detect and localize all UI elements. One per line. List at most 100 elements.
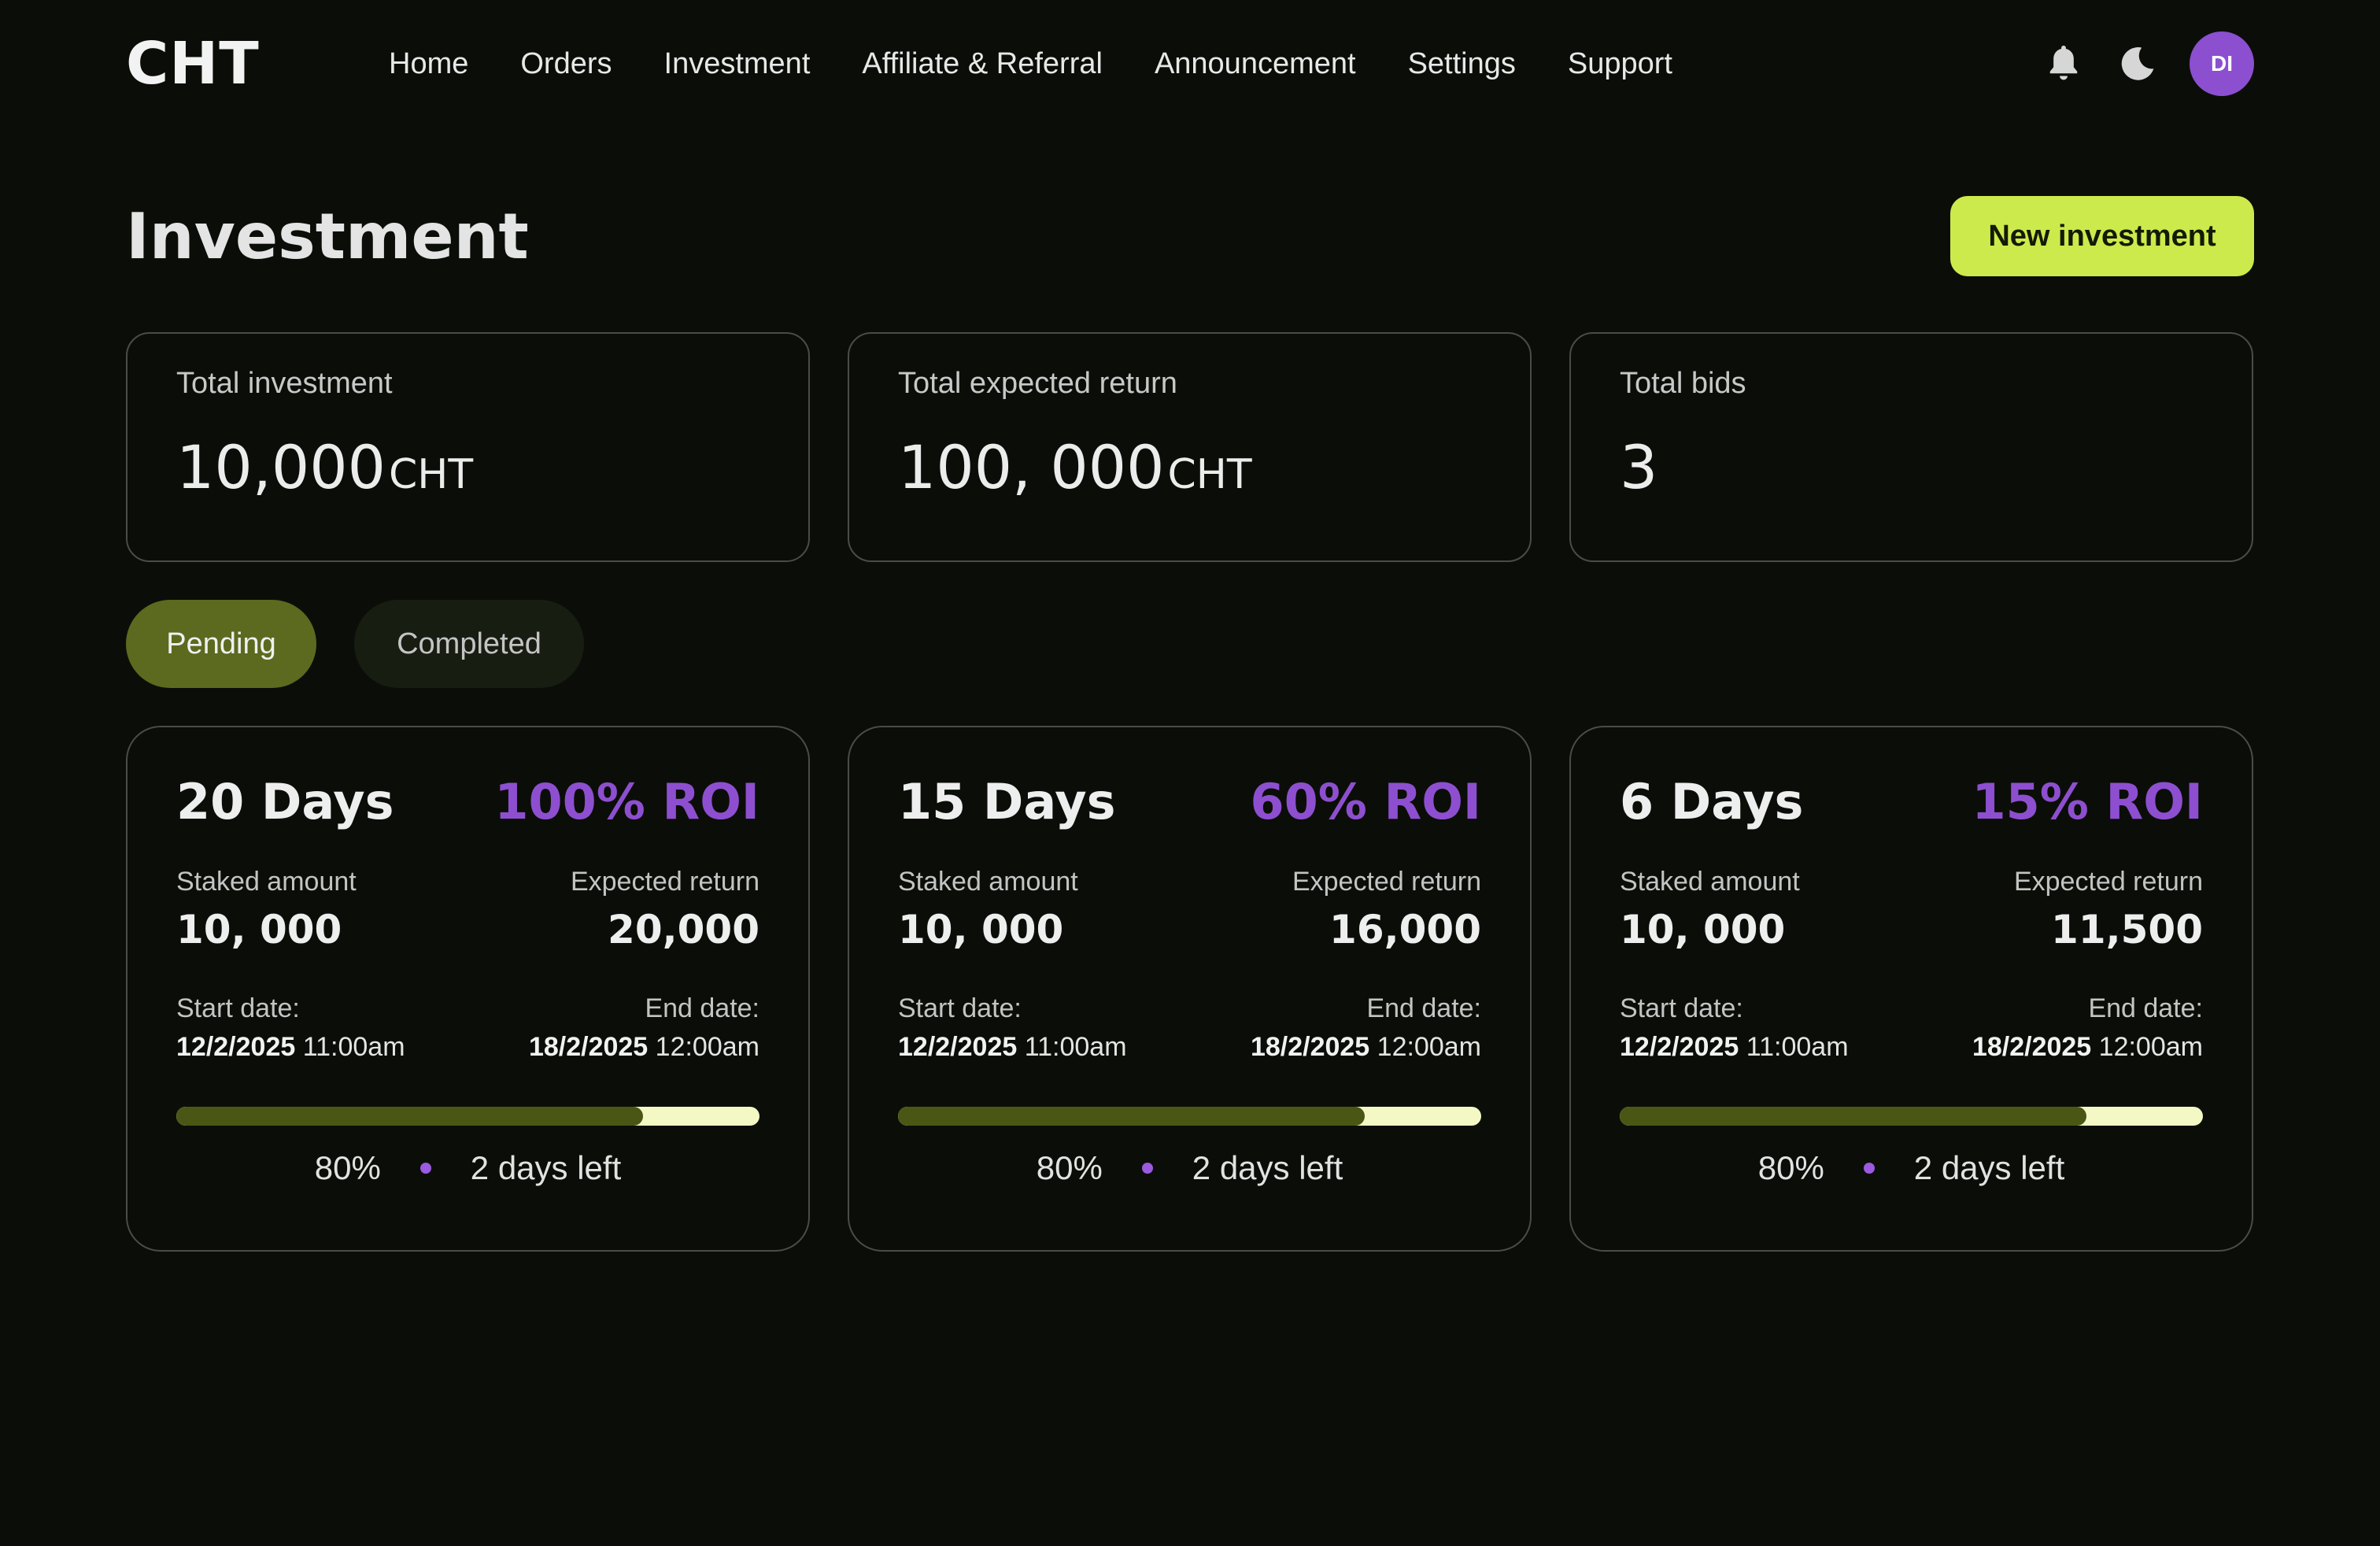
stat-card-total-bids: Total bids 3 [1569, 332, 2253, 562]
expected-return: 20,000 [608, 907, 759, 952]
time-left: 2 days left [470, 1149, 622, 1186]
stat-value: 10,000 CHT [176, 432, 759, 502]
card-header: 6 Days 15% ROI [1620, 773, 2203, 830]
start-date: 12/2/2025 [898, 1032, 1018, 1062]
start-date: 12/2/2025 [1620, 1032, 1739, 1062]
end-datetime: 18/2/2025 12:00am [1251, 1032, 1481, 1063]
start-date: 12/2/2025 [176, 1032, 296, 1062]
user-avatar[interactable]: DI [2190, 31, 2254, 96]
progress-bar [176, 1107, 759, 1126]
start-label: Start date: [176, 993, 300, 1023]
return-label: Expected return [2013, 867, 2203, 897]
staked-amount: 10, 000 [176, 907, 342, 952]
card-header: 15 Days 60% ROI [898, 773, 1481, 830]
investment-duration: 15 Days [898, 773, 1116, 830]
top-navigation: CHT Home Orders Investment Affiliate & R… [126, 0, 2254, 128]
progress-bar [898, 1107, 1481, 1126]
investment-cards: 20 Days 100% ROI Staked amount 10, 000 E… [126, 726, 2254, 1252]
stat-unit: CHT [1167, 451, 1252, 498]
status-tabs: Pending Completed [126, 600, 584, 688]
stat-number: 100, 000 [898, 432, 1165, 502]
return-block: Expected return 11,500 [2014, 867, 2203, 952]
nav-actions: DI [2012, 31, 2254, 96]
card-header: 20 Days 100% ROI [176, 773, 759, 830]
end-label: End date: [1366, 993, 1481, 1023]
expected-return: 16,000 [1329, 907, 1481, 952]
moon-icon[interactable] [2116, 42, 2160, 86]
investment-roi: 15% ROI [1972, 773, 2203, 830]
start-block: Start date: 12/2/2025 11:00am [176, 993, 405, 1063]
return-block: Expected return 16,000 [1292, 867, 1481, 952]
staked-amount: 10, 000 [898, 907, 1064, 952]
start-time: 11:00am [1746, 1032, 1849, 1062]
end-block: End date: 18/2/2025 12:00am [1251, 993, 1481, 1063]
nav-item-investment[interactable]: Investment [664, 47, 811, 81]
new-investment-button[interactable]: New investment [1950, 196, 2254, 276]
nav-item-support[interactable]: Support [1568, 47, 1672, 81]
date-row: Start date: 12/2/2025 11:00am End date: … [176, 993, 759, 1063]
amount-row: Staked amount 10, 000 Expected return 16… [898, 867, 1481, 952]
page-title: Investment [126, 199, 529, 273]
start-label: Start date: [1620, 993, 1743, 1023]
start-block: Start date: 12/2/2025 11:00am [1620, 993, 1849, 1063]
end-datetime: 18/2/2025 12:00am [1972, 1032, 2203, 1063]
separator-dot-icon [1863, 1163, 1875, 1174]
investment-card[interactable]: 20 Days 100% ROI Staked amount 10, 000 E… [126, 726, 810, 1252]
start-label: Start date: [898, 993, 1022, 1023]
staked-block: Staked amount 10, 000 [1620, 867, 1800, 952]
stat-label: Total bids [1620, 367, 1746, 400]
progress-fill [176, 1107, 643, 1126]
brand-logo[interactable]: CHT [126, 30, 389, 98]
end-time: 12:00am [1377, 1032, 1481, 1062]
separator-dot-icon [419, 1163, 431, 1174]
progress-meta: 80% 2 days left [1620, 1149, 2203, 1187]
stat-value: 100, 000 CHT [898, 432, 1481, 502]
bell-icon[interactable] [2042, 42, 2086, 86]
stat-number: 3 [1620, 432, 1658, 502]
date-row: Start date: 12/2/2025 11:00am End date: … [898, 993, 1481, 1063]
stat-label: Total expected return [898, 367, 1177, 400]
nav-item-home[interactable]: Home [389, 47, 468, 81]
return-label: Expected return [1292, 867, 1481, 897]
progress-meta: 80% 2 days left [898, 1149, 1481, 1187]
nav-item-affiliate-referral[interactable]: Affiliate & Referral [862, 47, 1103, 81]
end-date: 18/2/2025 [1972, 1032, 2092, 1062]
stat-card-total-expected-return: Total expected return 100, 000 CHT [848, 332, 1532, 562]
time-left: 2 days left [1913, 1149, 2065, 1186]
staked-amount: 10, 000 [1620, 907, 1786, 952]
progress-percent: 80% [314, 1149, 381, 1186]
nav-item-orders[interactable]: Orders [520, 47, 612, 81]
start-time: 11:00am [1024, 1032, 1127, 1062]
progress-meta: 80% 2 days left [176, 1149, 759, 1187]
end-date: 18/2/2025 [1250, 1032, 1370, 1062]
return-block: Expected return 20,000 [571, 867, 759, 952]
progress-fill [1620, 1107, 2086, 1126]
progress-percent: 80% [1036, 1149, 1103, 1186]
staked-label: Staked amount [1620, 867, 1800, 897]
staked-block: Staked amount 10, 000 [176, 867, 357, 952]
tab-pending[interactable]: Pending [126, 600, 316, 688]
investment-card[interactable]: 15 Days 60% ROI Staked amount 10, 000 Ex… [848, 726, 1532, 1252]
amount-row: Staked amount 10, 000 Expected return 20… [176, 867, 759, 952]
start-time: 11:00am [302, 1032, 405, 1062]
date-row: Start date: 12/2/2025 11:00am End date: … [1620, 993, 2203, 1063]
stat-label: Total investment [176, 367, 393, 400]
investment-duration: 20 Days [176, 773, 394, 830]
stat-number: 10,000 [176, 432, 386, 502]
end-date: 18/2/2025 [528, 1032, 649, 1062]
amount-row: Staked amount 10, 000 Expected return 11… [1620, 867, 2203, 952]
end-label: End date: [645, 993, 759, 1023]
investment-card[interactable]: 6 Days 15% ROI Staked amount 10, 000 Exp… [1569, 726, 2253, 1252]
nav-item-settings[interactable]: Settings [1408, 47, 1516, 81]
start-datetime: 12/2/2025 11:00am [1620, 1032, 1849, 1063]
nav-item-announcement[interactable]: Announcement [1155, 47, 1356, 81]
tab-completed[interactable]: Completed [354, 600, 584, 688]
staked-label: Staked amount [898, 867, 1078, 897]
investment-roi: 60% ROI [1250, 773, 1481, 830]
stat-unit: CHT [388, 451, 474, 498]
progress-fill [898, 1107, 1365, 1126]
staked-label: Staked amount [176, 867, 357, 897]
stat-value: 3 [1620, 432, 2203, 502]
end-datetime: 18/2/2025 12:00am [529, 1032, 759, 1063]
investment-roi: 100% ROI [494, 773, 759, 830]
